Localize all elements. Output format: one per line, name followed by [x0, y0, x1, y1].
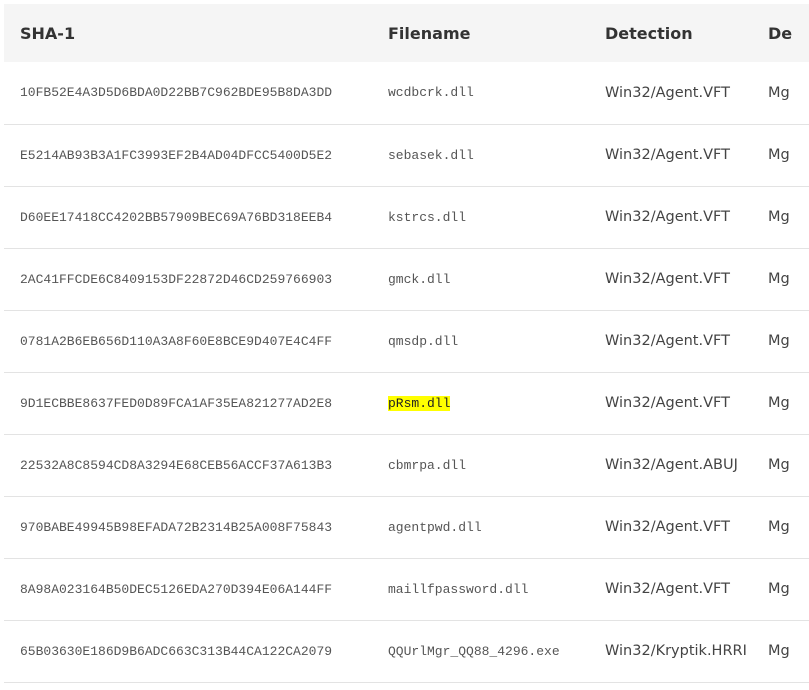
table-row: 2AC41FFCDE6C8409153DF22872D46CD259766903…	[4, 248, 809, 310]
description-cell: Mg	[768, 209, 790, 225]
filename-text: gmck.dll	[388, 271, 451, 287]
filename-text: cbmrpa.dll	[388, 457, 467, 473]
table-body: 10FB52E4A3D5D6BDA0D22BB7C962BDE95B8DA3DD…	[4, 62, 809, 682]
filename-cell: kstrcs.dll	[372, 186, 589, 248]
table-row: 9D1ECBBE8637FED0D89FCA1AF35EA821277AD2E8…	[4, 372, 809, 434]
sha1-cell: 65B03630E186D9B6ADC663C313B44CA122CA2079	[20, 643, 333, 659]
detection-cell: Win32/Agent.VFT	[605, 333, 730, 349]
header-detection: Detection	[605, 23, 693, 43]
filename-text: qmsdp.dll	[388, 333, 459, 349]
table-row: 0781A2B6EB656D110A3A8F60E8BCE9D407E4C4FF…	[4, 310, 809, 372]
sha1-cell: E5214AB93B3A1FC3993EF2B4AD04DFCC5400D5E2	[20, 147, 333, 163]
description-cell: Mg	[768, 147, 790, 163]
header-row: SHA-1 Filename Detection De	[4, 4, 809, 62]
table-row: 65B03630E186D9B6ADC663C313B44CA122CA2079…	[4, 620, 809, 682]
filename-text: sebasek.dll	[388, 147, 474, 163]
detection-cell: Win32/Agent.VFT	[605, 519, 730, 535]
filename-cell: QQUrlMgr_QQ88_4296.exe	[372, 620, 589, 682]
table-row: 8A98A023164B50DEC5126EDA270D394E06A144FF…	[4, 558, 809, 620]
filename-text: wcdbcrk.dll	[388, 85, 474, 101]
description-cell: Mg	[768, 395, 790, 411]
filename-cell: sebasek.dll	[372, 124, 589, 186]
table-row: 970BABE49945B98EFADA72B2314B25A008F75843…	[4, 496, 809, 558]
description-cell: Mg	[768, 519, 790, 535]
filename-text-highlighted: pRsm.dll	[388, 395, 451, 411]
description-cell: Mg	[768, 84, 790, 101]
description-cell: Mg	[768, 643, 790, 659]
filename-text: QQUrlMgr_QQ88_4296.exe	[388, 643, 560, 659]
detection-cell: Win32/Agent.VFT	[605, 84, 730, 101]
filename-text: maillfpassword.dll	[388, 581, 529, 597]
description-cell: Mg	[768, 457, 790, 473]
detection-cell: Win32/Agent.ABUJ	[605, 457, 738, 473]
detection-cell: Win32/Agent.VFT	[605, 395, 730, 411]
table-row: 22532A8C8594CD8A3294E68CEB56ACCF37A613B3…	[4, 434, 809, 496]
filename-cell: wcdbcrk.dll	[372, 62, 589, 124]
detection-cell: Win32/Agent.VFT	[605, 147, 730, 163]
filename-cell: gmck.dll	[372, 248, 589, 310]
filename-cell: qmsdp.dll	[372, 310, 589, 372]
sha1-cell: D60EE17418CC4202BB57909BEC69A76BD318EEB4	[20, 209, 333, 225]
detection-cell: Win32/Kryptik.HRRI	[605, 643, 747, 659]
filename-text: agentpwd.dll	[388, 519, 482, 535]
ioc-table: SHA-1 Filename Detection De 10FB52E4A3D5…	[4, 4, 809, 683]
detection-cell: Win32/Agent.VFT	[605, 209, 730, 225]
filename-cell: cbmrpa.dll	[372, 434, 589, 496]
detection-cell: Win32/Agent.VFT	[605, 581, 730, 597]
header-sha1: SHA-1	[20, 23, 76, 43]
sha1-cell: 22532A8C8594CD8A3294E68CEB56ACCF37A613B3	[20, 457, 333, 473]
sha1-cell: 8A98A023164B50DEC5126EDA270D394E06A144FF	[20, 581, 333, 597]
filename-cell: pRsm.dll	[372, 372, 589, 434]
table-row: E5214AB93B3A1FC3993EF2B4AD04DFCC5400D5E2…	[4, 124, 809, 186]
table-header: SHA-1 Filename Detection De	[4, 4, 809, 62]
ioc-table-container: SHA-1 Filename Detection De 10FB52E4A3D5…	[4, 4, 809, 683]
description-cell: Mg	[768, 271, 790, 287]
table-row: 10FB52E4A3D5D6BDA0D22BB7C962BDE95B8DA3DD…	[4, 62, 809, 124]
filename-cell: agentpwd.dll	[372, 496, 589, 558]
table-row: D60EE17418CC4202BB57909BEC69A76BD318EEB4…	[4, 186, 809, 248]
detection-cell: Win32/Agent.VFT	[605, 271, 730, 287]
header-filename: Filename	[388, 23, 471, 43]
header-description: De	[768, 23, 793, 43]
filename-text: kstrcs.dll	[388, 209, 467, 225]
sha1-cell: 0781A2B6EB656D110A3A8F60E8BCE9D407E4C4FF	[20, 333, 333, 349]
sha1-cell: 970BABE49945B98EFADA72B2314B25A008F75843	[20, 519, 333, 535]
sha1-cell: 2AC41FFCDE6C8409153DF22872D46CD259766903	[20, 271, 333, 287]
sha1-cell: 10FB52E4A3D5D6BDA0D22BB7C962BDE95B8DA3DD	[20, 85, 333, 101]
sha1-cell: 9D1ECBBE8637FED0D89FCA1AF35EA821277AD2E8	[20, 395, 333, 411]
description-cell: Mg	[768, 333, 790, 349]
description-cell: Mg	[768, 581, 790, 597]
filename-cell: maillfpassword.dll	[372, 558, 589, 620]
